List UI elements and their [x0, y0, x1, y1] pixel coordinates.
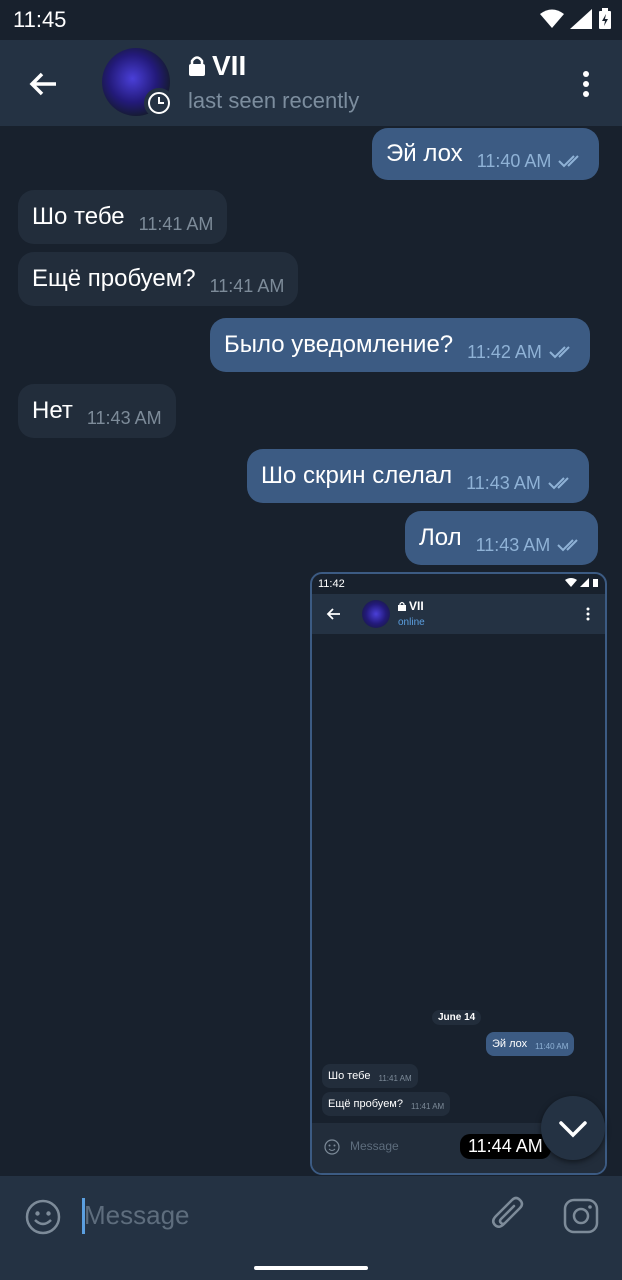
mini-message-time: 11:41 AM	[378, 1073, 412, 1083]
status-icons	[540, 8, 612, 30]
message-time: 11:41 AM	[209, 275, 285, 296]
attach-icon[interactable]	[490, 1196, 528, 1238]
mini-status-time: 11:42	[318, 578, 345, 590]
image-timestamp: 11:44 AM	[460, 1134, 551, 1159]
status-time: 11:45	[13, 7, 67, 32]
message-text: Шо скрин слелал	[261, 462, 453, 489]
camera-icon[interactable]	[562, 1197, 600, 1235]
status-bar: 11:45	[0, 0, 622, 40]
mini-message-time: 11:40 AM	[535, 1041, 569, 1051]
message-bubble[interactable]: Нет 11:43 AM	[18, 384, 176, 438]
back-arrow-icon[interactable]	[26, 66, 62, 102]
message-input[interactable]: Message	[84, 1200, 190, 1231]
message-text: Было уведомление?	[224, 331, 454, 358]
mini-message-bubble: Эй лох 11:40 AM	[486, 1032, 575, 1056]
message-text: Шо тебе	[32, 203, 125, 230]
message-time: 11:43 AM	[86, 407, 162, 428]
lock-icon	[189, 56, 205, 76]
mini-message-bubble: Шо тебе 11:41 AM	[322, 1064, 418, 1088]
mini-chat-header: VII online	[312, 594, 605, 634]
more-options-icon[interactable]	[576, 66, 596, 102]
system-nav-bar	[0, 1256, 622, 1280]
mini-status-icons	[565, 578, 598, 587]
mini-lock-icon	[398, 601, 406, 611]
chevron-down-icon	[559, 1121, 587, 1138]
message-time: 11:42 AM	[467, 341, 542, 362]
mini-message-time: 11:41 AM	[411, 1101, 445, 1111]
clock-icon	[144, 88, 174, 118]
avatar[interactable]	[102, 48, 174, 118]
mini-status-online: online	[398, 617, 425, 628]
read-checkmarks-icon	[549, 346, 570, 359]
read-checkmarks-icon	[548, 477, 569, 490]
signal-icon	[570, 9, 592, 29]
last-seen-status: last seen recently	[188, 88, 360, 113]
mini-status-bar: 11:42	[312, 574, 605, 594]
battery-icon	[599, 8, 611, 29]
message-bubble[interactable]: Эй лох 11:40 AM	[372, 128, 600, 180]
message-text: Нет	[32, 397, 73, 424]
mini-message-bubble: Ещё пробуем? 11:41 AM	[322, 1092, 451, 1116]
message-time: 11:41 AM	[138, 213, 214, 234]
message-time: 11:40 AM	[476, 150, 552, 171]
mini-date-chip: June 14	[432, 1010, 482, 1025]
mini-message-text: Эй лох	[492, 1038, 528, 1050]
message-time: 11:43 AM	[475, 534, 551, 555]
chat-header: VII last seen recently	[0, 40, 622, 126]
scroll-down-button[interactable]	[541, 1096, 605, 1160]
message-text: Ещё пробуем?	[32, 265, 196, 292]
message-bubble[interactable]: Ещё пробуем? 11:41 AM	[18, 252, 299, 306]
mini-emoji-icon	[324, 1139, 340, 1155]
emoji-icon[interactable]	[24, 1198, 62, 1236]
message-input-bar: Message	[0, 1176, 622, 1256]
message-bubble[interactable]: Было уведомление? 11:42 AM	[210, 318, 590, 372]
mini-more-options-icon	[586, 607, 590, 621]
mini-chat-title: VII	[398, 599, 424, 613]
mini-back-arrow-icon	[326, 608, 340, 620]
message-bubble[interactable]: Шо тебе 11:41 AM	[18, 190, 228, 244]
mini-message-text: Шо тебе	[328, 1070, 371, 1082]
mini-avatar	[362, 600, 390, 628]
contact-name: VII	[212, 50, 247, 81]
wifi-icon	[540, 9, 564, 28]
message-bubble[interactable]: Лол 11:43 AM	[405, 511, 599, 565]
message-text: Эй лох	[386, 140, 463, 167]
home-gesture-pill[interactable]	[254, 1266, 368, 1270]
image-message-screenshot[interactable]: 11:42 VII online June 14 Эй лох 11:40 AM…	[310, 572, 607, 1175]
message-time: 11:43 AM	[466, 472, 541, 493]
read-checkmarks-icon	[558, 155, 580, 168]
mini-message-placeholder: Message	[350, 1139, 399, 1153]
mini-contact-name: VII	[409, 599, 424, 613]
message-text: Лол	[419, 524, 462, 551]
mini-message-text: Ещё пробуем?	[328, 1098, 403, 1110]
read-checkmarks-icon	[557, 539, 579, 552]
message-bubble[interactable]: Шо скрин слелал 11:43 AM	[247, 449, 589, 503]
chat-title[interactable]: VII	[188, 50, 246, 82]
